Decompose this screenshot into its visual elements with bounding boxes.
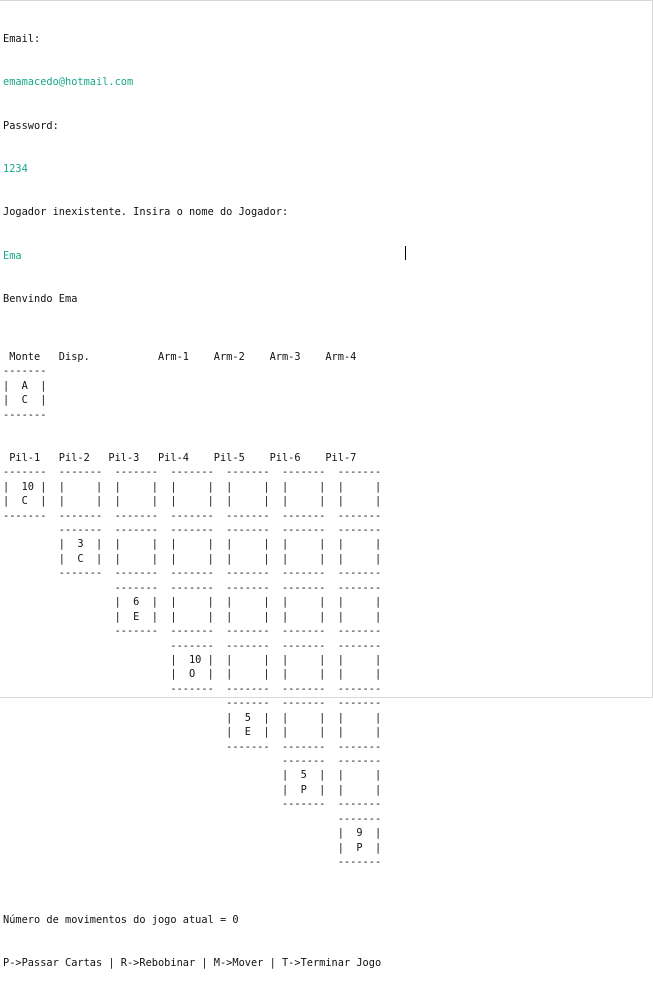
solitaire-board: Monte Disp. Arm-1 Arm-2 Arm-3 Arm-4 -----… bbox=[3, 335, 381, 884]
board-line: | C | | | | | | | | | | | | | bbox=[3, 495, 382, 508]
board-line: | O | | | | | | | bbox=[3, 668, 382, 681]
board-line: | C | bbox=[3, 394, 47, 407]
board-line: ------- ------- ------- ------- ------- … bbox=[3, 524, 382, 536]
board-line: ------- ------- ------- ------- ------- bbox=[3, 625, 382, 638]
board-line: ------- ------- ------- ------- bbox=[3, 639, 382, 652]
password-input-echo: 1234 bbox=[3, 162, 28, 175]
board-line: ------- ------- ------- bbox=[3, 697, 382, 710]
email-input-echo: emamacedo@hotmail.com bbox=[3, 76, 134, 89]
console-output: Email: emamacedo@hotmail.com Password: 1… bbox=[3, 3, 381, 1000]
moves-counter: Número de movimentos do jogo atual = 0 bbox=[3, 913, 239, 926]
board-line: ------- ------- ------- bbox=[3, 740, 382, 753]
board-line: | C | | | | | | | | | | | bbox=[3, 552, 382, 565]
board-line: Monte Disp. Arm-1 Arm-2 Arm-3 Arm-4 bbox=[3, 350, 357, 363]
board-line: ------- ------- bbox=[3, 755, 382, 767]
player-input-echo: Ema bbox=[3, 249, 22, 262]
email-label: Email: bbox=[3, 32, 41, 45]
command-menu: P->Passar Cartas | R->Rebobinar | M->Mov… bbox=[3, 957, 382, 970]
player-prompt: Jogador inexistente. Insira o nome do Jo… bbox=[3, 206, 289, 219]
board-line: | E | | | | | | | | | bbox=[3, 610, 382, 623]
board-line: | 3 | | | | | | | | | | | bbox=[3, 538, 382, 551]
board-line: ------- bbox=[3, 856, 382, 869]
password-label: Password: bbox=[3, 119, 59, 132]
board-line: ------- ------- ------- ------- ------- bbox=[3, 581, 382, 594]
board-line: ------- ------- ------- ------- ------- … bbox=[3, 466, 382, 479]
board-line: | 5 | | | | | bbox=[3, 711, 382, 724]
board-line: | 9 | bbox=[3, 827, 382, 840]
board-line: ------- ------- ------- ------- ------- … bbox=[3, 509, 382, 522]
board-line: | E | | | | | bbox=[3, 726, 382, 739]
board-line: ------- bbox=[3, 408, 47, 421]
board-line bbox=[3, 335, 381, 349]
board-line: | P | bbox=[3, 841, 382, 854]
board-line: | P | | | bbox=[3, 783, 382, 796]
board-line: | A | bbox=[3, 379, 47, 392]
board-line: ------- ------- bbox=[3, 798, 382, 811]
board-line: | 6 | | | | | | | | | bbox=[3, 596, 382, 609]
board-line: ------- bbox=[3, 812, 382, 825]
board-line bbox=[3, 422, 381, 436]
board-line: Pil-1 Pil-2 Pil-3 Pil-4 Pil-5 Pil-6 Pil-… bbox=[3, 451, 357, 464]
board-line: | 5 | | | bbox=[3, 769, 382, 782]
welcome-message: Benvindo Ema bbox=[3, 292, 78, 305]
console-window: Email: emamacedo@hotmail.com Password: 1… bbox=[0, 0, 653, 969]
board-line: ------- ------- ------- ------- bbox=[3, 682, 382, 695]
board-line bbox=[3, 870, 381, 884]
board-line: | 10 | | | | | | | | | | | | | bbox=[3, 480, 382, 493]
board-line bbox=[3, 436, 381, 450]
text-cursor bbox=[405, 246, 406, 260]
board-line: ------- bbox=[3, 365, 47, 378]
board-line: ------- ------- ------- ------- ------- … bbox=[3, 567, 382, 580]
board-line: | 10 | | | | | | | bbox=[3, 653, 382, 666]
